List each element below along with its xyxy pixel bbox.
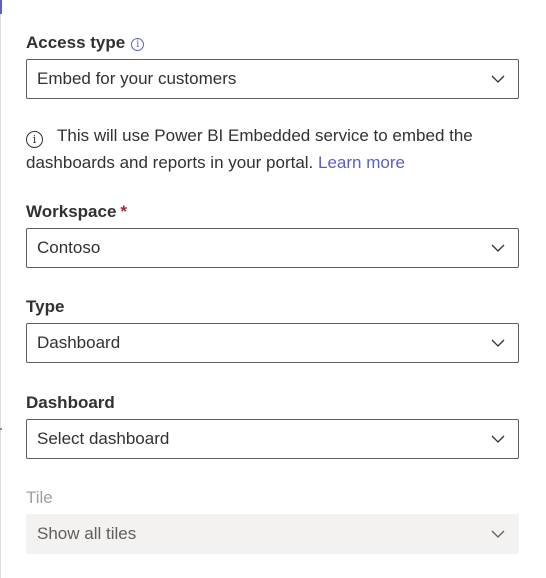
workspace-label-text: Workspace bbox=[26, 202, 117, 221]
dashboard-label: Dashboard bbox=[26, 392, 115, 414]
panel-edge-accent bbox=[0, 0, 2, 14]
chevron-down-icon bbox=[491, 75, 505, 83]
chevron-down-icon bbox=[491, 435, 505, 443]
chevron-down-icon bbox=[491, 339, 505, 347]
access-type-dropdown[interactable]: Embed for your customers bbox=[26, 59, 519, 99]
required-mark: * bbox=[120, 202, 128, 221]
dashboard-dropdown[interactable]: Select dashboard bbox=[26, 419, 519, 459]
tile-value: Show all tiles bbox=[37, 524, 137, 543]
embed-info-note: i This will use Power BI Embedded service… bbox=[26, 122, 506, 176]
access-type-label: Access type i bbox=[26, 32, 145, 54]
tile-label: Tile bbox=[26, 487, 53, 509]
dashboard-label-text: Dashboard bbox=[26, 393, 115, 412]
tile-label-text: Tile bbox=[26, 488, 53, 507]
type-label-text: Type bbox=[26, 297, 65, 316]
access-type-value: Embed for your customers bbox=[37, 69, 237, 88]
workspace-value: Contoso bbox=[37, 238, 101, 257]
type-dropdown[interactable]: Dashboard bbox=[26, 323, 519, 363]
panel-edge-tick bbox=[0, 428, 2, 430]
panel-left-border bbox=[0, 0, 1, 578]
info-icon[interactable]: i bbox=[131, 38, 145, 51]
dashboard-value: Select dashboard bbox=[37, 429, 170, 448]
access-type-label-text: Access type bbox=[26, 33, 126, 52]
chevron-down-icon bbox=[491, 530, 505, 538]
type-label: Type bbox=[26, 296, 64, 318]
info-icon: i bbox=[26, 131, 43, 148]
embed-info-text: This will use Power BI Embedded service … bbox=[26, 126, 473, 172]
workspace-label: Workspace * bbox=[26, 201, 127, 223]
chevron-down-icon bbox=[491, 244, 505, 252]
learn-more-link[interactable]: Learn more bbox=[318, 153, 405, 172]
type-value: Dashboard bbox=[37, 333, 121, 352]
workspace-dropdown[interactable]: Contoso bbox=[26, 228, 519, 268]
tile-dropdown: Show all tiles bbox=[26, 514, 519, 554]
